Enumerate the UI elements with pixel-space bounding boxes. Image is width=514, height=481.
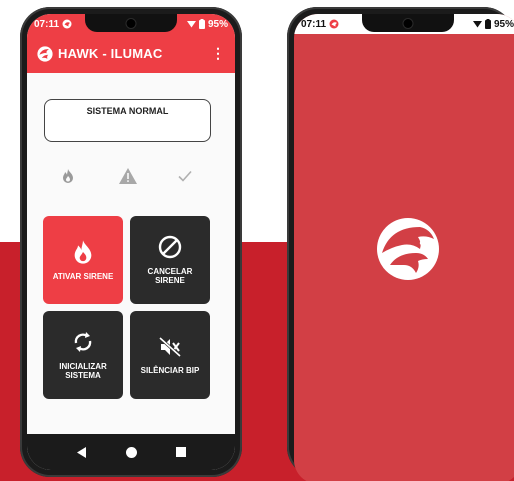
splash-status-time-group: 07:11 <box>301 19 339 30</box>
recents-icon[interactable] <box>175 447 186 457</box>
app-notification-icon <box>329 19 339 29</box>
fire-icon <box>74 239 92 264</box>
initialize-system-label: INICIALIZAR SISTEMA <box>59 362 107 380</box>
refresh-icon <box>74 332 92 352</box>
splash-screen: 07:11 95% <box>294 14 514 481</box>
home-icon[interactable] <box>125 446 137 458</box>
back-icon[interactable] <box>76 446 87 458</box>
notch <box>361 14 454 32</box>
nav-bar <box>27 434 235 470</box>
warning-indicator-icon <box>118 166 138 186</box>
main-content: SISTEMA NORMAL ATIVAR SIRENE CANCELAR SI… <box>27 73 235 434</box>
status-time: 07:11 <box>34 18 60 30</box>
hawk-logo-icon <box>376 218 439 280</box>
cancel-siren-button[interactable]: CANCELAR SIRENE <box>130 216 210 304</box>
status-time-group: 07:11 <box>34 19 72 30</box>
stage: 07:11 95% HAWK - ILUMAC ⋮ SISTEMA NORMAL… <box>0 0 514 481</box>
system-status-box: SISTEMA NORMAL <box>44 99 211 142</box>
app-title: HAWK - ILUMAC <box>58 46 163 61</box>
silence-beep-button[interactable]: SILÊNCIAR BIP <box>130 311 210 399</box>
overflow-menu-icon[interactable]: ⋮ <box>211 45 225 62</box>
notch <box>85 14 177 32</box>
silence-beep-label: SILÊNCIAR BIP <box>140 365 200 375</box>
initialize-system-button[interactable]: INICIALIZAR SISTEMA <box>43 311 123 399</box>
system-status-text: SISTEMA NORMAL <box>86 106 169 116</box>
wifi-icon <box>472 21 482 28</box>
indicator-row <box>27 166 235 186</box>
block-icon <box>158 235 182 259</box>
battery-icon <box>484 19 491 29</box>
app-bar: HAWK - ILUMAC ⋮ <box>27 34 235 73</box>
check-indicator-icon <box>175 166 195 186</box>
wifi-icon <box>186 21 196 28</box>
hawk-logo-icon <box>37 45 53 62</box>
phone-left-screen: 07:11 95% HAWK - ILUMAC ⋮ SISTEMA NORMAL… <box>27 14 235 470</box>
phone-left: 07:11 95% HAWK - ILUMAC ⋮ SISTEMA NORMAL… <box>20 7 242 477</box>
splash-status-right-group: 95% <box>472 18 514 30</box>
status-battery: 95% <box>207 18 228 30</box>
camera <box>126 19 136 28</box>
splash-status-battery: 95% <box>493 18 514 30</box>
fire-indicator-icon <box>58 166 78 186</box>
camera <box>403 19 412 28</box>
app-notification-icon <box>62 19 72 29</box>
splash-status-time: 07:11 <box>301 18 327 30</box>
phone-right: 07:11 95% <box>287 7 514 481</box>
status-right-group: 95% <box>186 18 228 30</box>
battery-icon <box>198 19 205 29</box>
activate-siren-button[interactable]: ATIVAR SIRENE <box>43 216 123 304</box>
mute-icon <box>158 336 182 357</box>
activate-siren-label: ATIVAR SIRENE <box>52 271 114 281</box>
cancel-siren-label: CANCELAR SIRENE <box>147 267 193 285</box>
